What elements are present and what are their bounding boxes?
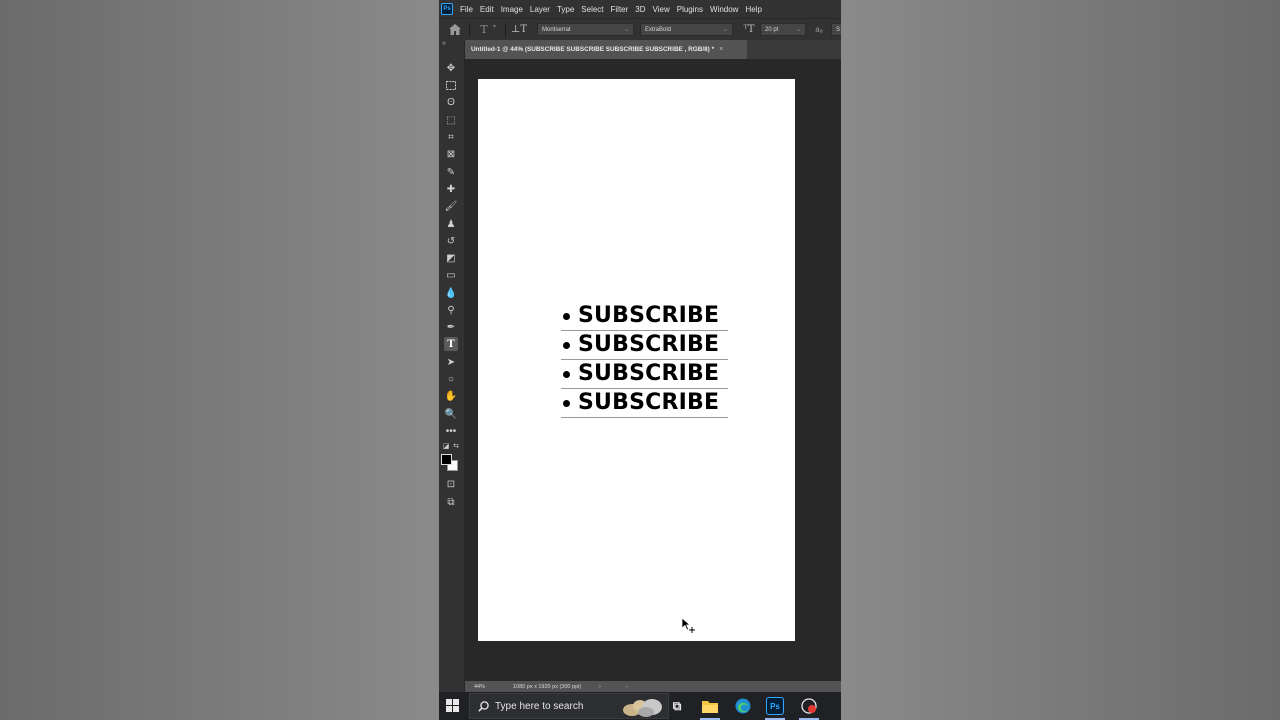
font-size-select[interactable]: 20 pt ⌄ xyxy=(760,23,806,36)
blur-tool-icon[interactable]: 💧 xyxy=(444,286,458,300)
bullet-icon xyxy=(563,399,570,407)
hand-tool-icon[interactable]: ✋ xyxy=(444,389,458,403)
healing-brush-tool-icon[interactable]: ✚ xyxy=(444,182,458,196)
bullet-text: SUBSCRIBE xyxy=(578,361,720,386)
photoshop-taskbar-icon[interactable]: Ps xyxy=(766,697,784,715)
bullet-text: SUBSCRIBE xyxy=(578,390,720,415)
status-menu-arrow[interactable]: > xyxy=(598,684,601,690)
bullet-icon xyxy=(563,370,570,378)
foreground-color-swatch[interactable] xyxy=(441,454,452,465)
menu-help[interactable]: Help xyxy=(745,5,761,14)
bullet-list-item[interactable]: SUBSCRIBE xyxy=(561,331,728,360)
windows-taskbar: Type here to search ⧉ Ps xyxy=(439,692,841,720)
menu-window[interactable]: Window xyxy=(710,5,738,14)
anti-alias-select[interactable]: S xyxy=(831,23,841,36)
bullet-text: SUBSCRIBE xyxy=(578,303,720,328)
chevron-down-icon: ⌄ xyxy=(623,27,629,33)
dodge-tool-icon[interactable]: ⚲ xyxy=(444,303,458,317)
toggle-text-orientation-icon[interactable]: ⊥T xyxy=(511,22,527,36)
document-tab-title: Untitled-1 @ 44% (SUBSCRIBE SUBSCRIBE SU… xyxy=(471,46,715,53)
menu-bar: Ps File Edit Image Layer Type Select Fil… xyxy=(439,0,841,18)
menu-view[interactable]: View xyxy=(653,5,670,14)
eyedropper-tool-icon[interactable]: ✎ xyxy=(444,165,458,179)
scroll-left-arrow[interactable]: < xyxy=(625,684,628,690)
eraser-tool-icon[interactable]: ◩ xyxy=(444,251,458,265)
lasso-tool-icon[interactable]: ʘ xyxy=(444,95,458,109)
taskbar-search-box[interactable]: Type here to search xyxy=(469,693,669,719)
path-selection-tool-icon[interactable]: ➤ xyxy=(444,355,458,369)
chevron-down-icon: ⌄ xyxy=(795,27,801,33)
font-family-value: Montserrat xyxy=(542,26,571,33)
zoom-tool-icon[interactable]: 🔍 xyxy=(444,407,458,421)
bullet-icon xyxy=(563,312,570,320)
menu-file[interactable]: File xyxy=(460,5,473,14)
search-icon xyxy=(478,700,489,712)
menu-3d[interactable]: 3D xyxy=(635,5,645,14)
object-selection-tool-icon[interactable]: ⬚ xyxy=(444,113,458,127)
history-brush-tool-icon[interactable]: ↺ xyxy=(444,234,458,248)
swap-colors-icon[interactable]: ⇆ xyxy=(449,439,463,453)
document-tab[interactable]: Untitled-1 @ 44% (SUBSCRIBE SUBSCRIBE SU… xyxy=(465,40,747,59)
bullet-text: SUBSCRIBE xyxy=(578,332,720,357)
marquee-tool-icon[interactable] xyxy=(444,78,458,92)
font-style-select[interactable]: ExtraBold ⌄ xyxy=(640,23,733,36)
photoshop-logo-icon[interactable]: Ps xyxy=(441,3,453,15)
tools-panel: » ✥ ʘ ⬚ ⌗ ⊠ ✎ ✚ 🖌 ♟ ↺ ◩ ▭ 💧 ⚲ ✒ T ➤ ○ ✋ … xyxy=(439,40,465,692)
font-family-select[interactable]: Montserrat ⌄ xyxy=(537,23,634,36)
collapse-panel-icon[interactable]: » xyxy=(442,40,446,47)
menu-edit[interactable]: Edit xyxy=(480,5,494,14)
file-explorer-icon[interactable] xyxy=(701,697,719,715)
bullet-list-item[interactable]: SUBSCRIBE xyxy=(561,360,728,389)
task-view-icon[interactable]: ⧉ xyxy=(668,697,686,715)
bullet-icon xyxy=(563,341,570,349)
options-bar: T ▾ ⊥T Montserrat ⌄ ExtraBold ⌄ ᵀT 20 pt… xyxy=(439,18,841,40)
close-icon[interactable]: × xyxy=(719,46,723,53)
type-tool-icon[interactable]: T xyxy=(444,337,458,351)
search-placeholder: Type here to search xyxy=(495,700,584,712)
photoshop-window: Ps File Edit Image Layer Type Select Fil… xyxy=(439,0,841,692)
text-layer[interactable]: SUBSCRIBE SUBSCRIBE SUBSCRIBE SUBSCRIBE xyxy=(561,302,728,418)
document-canvas[interactable]: SUBSCRIBE SUBSCRIBE SUBSCRIBE SUBSCRIBE xyxy=(478,79,795,641)
zoom-level[interactable]: 44% xyxy=(474,684,485,690)
gradient-tool-icon[interactable]: ▭ xyxy=(444,268,458,282)
quick-mask-icon[interactable]: ⊡ xyxy=(444,477,458,491)
move-tool-icon[interactable]: ✥ xyxy=(444,61,458,75)
menu-type[interactable]: Type xyxy=(557,5,574,14)
chevron-down-icon: ⌄ xyxy=(722,27,728,33)
anti-alias-value: S xyxy=(836,26,841,33)
anti-alias-icon[interactable]: aₐ xyxy=(812,22,826,36)
frame-tool-icon[interactable]: ⊠ xyxy=(444,147,458,161)
bullet-list-item[interactable]: SUBSCRIBE xyxy=(561,302,728,331)
status-bar: 44% 1080 px x 1920 px (300 ppi) > < xyxy=(465,681,841,692)
font-size-icon: ᵀT xyxy=(743,23,755,35)
edge-browser-icon[interactable] xyxy=(734,697,752,715)
type-tool-preset-icon[interactable]: T xyxy=(477,22,491,36)
brush-tool-icon[interactable]: 🖌 xyxy=(444,199,458,213)
document-dimensions: 1080 px x 1920 px (300 ppi) xyxy=(513,683,582,690)
canvas-area[interactable]: SUBSCRIBE SUBSCRIBE SUBSCRIBE SUBSCRIBE xyxy=(465,59,841,681)
crop-tool-icon[interactable]: ⌗ xyxy=(444,130,458,144)
screen-recorder-icon[interactable] xyxy=(800,697,818,715)
font-size-value: 20 pt xyxy=(765,26,779,33)
menu-image[interactable]: Image xyxy=(501,5,523,14)
home-icon[interactable] xyxy=(448,22,462,36)
ellipse-tool-icon[interactable]: ○ xyxy=(444,372,458,386)
bullet-list-item[interactable]: SUBSCRIBE xyxy=(561,389,728,418)
menu-filter[interactable]: Filter xyxy=(611,5,629,14)
move-cursor-icon xyxy=(682,618,695,633)
clone-stamp-tool-icon[interactable]: ♟ xyxy=(444,217,458,231)
document-tab-bar: Untitled-1 @ 44% (SUBSCRIBE SUBSCRIBE SU… xyxy=(465,40,841,59)
screen-mode-icon[interactable]: ⧉ xyxy=(444,495,458,509)
more-tools-icon[interactable]: ••• xyxy=(444,424,458,438)
chevron-down-icon[interactable]: ▾ xyxy=(493,23,496,30)
pen-tool-icon[interactable]: ✒ xyxy=(444,320,458,334)
search-highlight-icon xyxy=(623,699,662,717)
menu-plugins[interactable]: Plugins xyxy=(677,5,703,14)
menu-layer[interactable]: Layer xyxy=(530,5,550,14)
windows-start-icon[interactable] xyxy=(446,699,460,713)
menu-select[interactable]: Select xyxy=(581,5,603,14)
font-style-value: ExtraBold xyxy=(645,26,672,33)
